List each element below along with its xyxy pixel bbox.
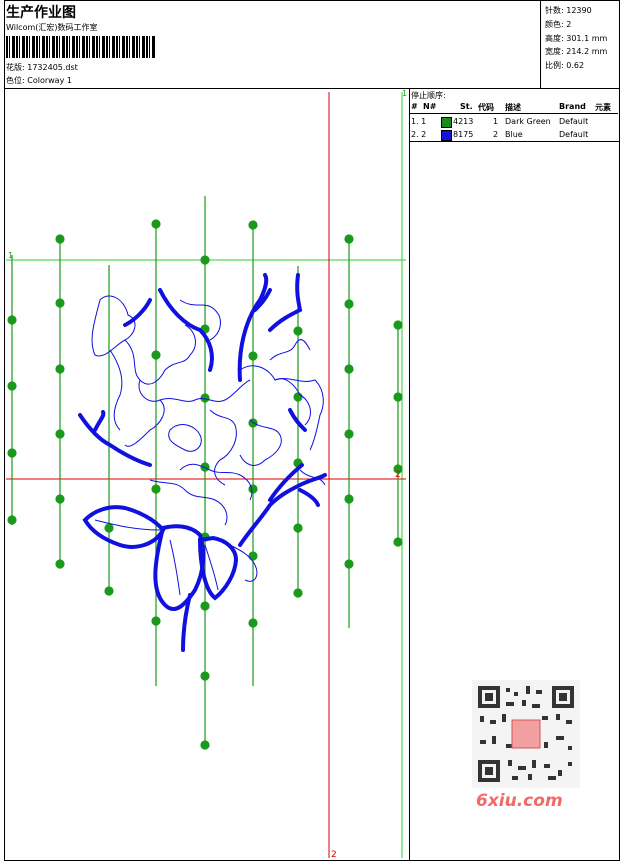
guide-marker-1-top: 1 (402, 89, 407, 98)
qr-code-watermark (472, 680, 580, 788)
guide-marker-2-bottom: 2 (331, 850, 337, 860)
green-tack-columns (7, 196, 403, 750)
guide-marker-2: 2 (395, 470, 401, 480)
rose-satin-stitches (78, 273, 327, 652)
watermark-brand: 6xiu.com (476, 791, 563, 811)
guide-marker-1: 1 (8, 251, 13, 260)
